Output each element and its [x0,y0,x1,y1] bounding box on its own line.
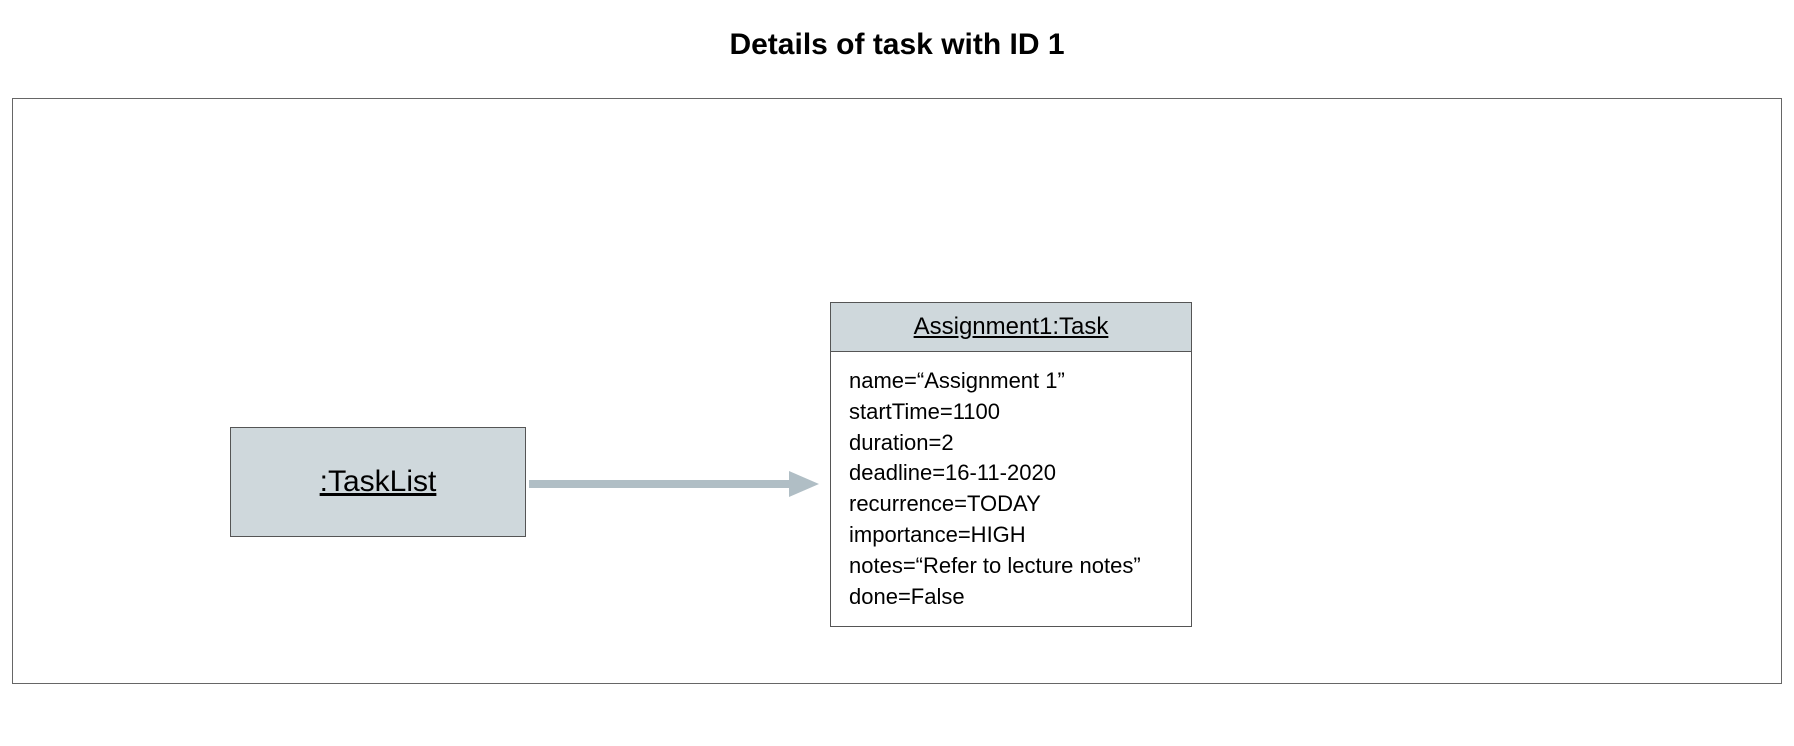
task-attr-importance: importance=HIGH [849,520,1173,551]
task-attr-recurrence: recurrence=TODAY [849,489,1173,520]
task-attr-done: done=False [849,582,1173,613]
task-object-box: Assignment1:Task name=“Assignment 1” sta… [830,302,1192,627]
task-attr-notes: notes=“Refer to lecture notes” [849,551,1173,582]
task-object-header-label: Assignment1:Task [914,313,1109,340]
association-arrow [529,469,821,499]
tasklist-label: :TaskList [320,465,437,499]
tasklist-object-box: :TaskList [230,427,526,537]
diagram-title: Details of task with ID 1 [0,28,1794,62]
task-object-header: Assignment1:Task [831,303,1191,352]
diagram-container: :TaskList Assignment1:Task name=“Assignm… [12,98,1782,684]
task-attr-deadline: deadline=16-11-2020 [849,458,1173,489]
task-attr-starttime: startTime=1100 [849,397,1173,428]
task-attr-name: name=“Assignment 1” [849,366,1173,397]
task-attr-duration: duration=2 [849,428,1173,459]
task-object-body: name=“Assignment 1” startTime=1100 durat… [831,352,1191,626]
